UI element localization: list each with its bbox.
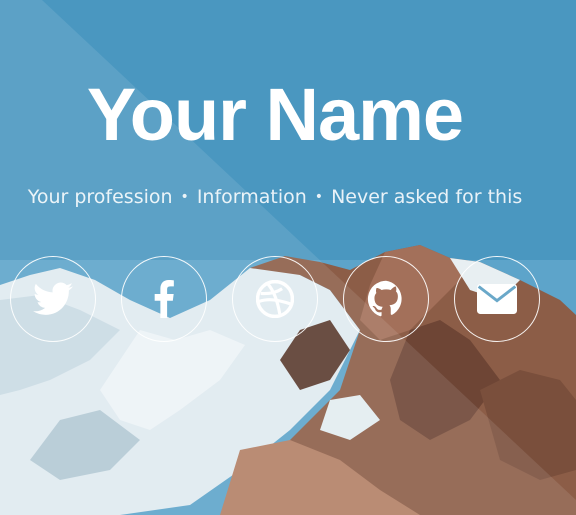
subtitle-item-profession: Your profession (27, 186, 173, 208)
facebook-icon (154, 280, 174, 318)
subtitle-separator: • (180, 189, 189, 205)
subtitle-item-information: Information (196, 186, 307, 208)
twitter-button[interactable] (10, 256, 96, 342)
twitter-icon (33, 282, 73, 315)
facebook-button[interactable] (121, 256, 207, 342)
github-button[interactable] (343, 256, 429, 342)
github-icon (367, 280, 402, 317)
email-icon (477, 284, 517, 314)
subtitle-item-never-asked: Never asked for this (331, 186, 523, 208)
dribbble-icon (256, 280, 294, 318)
hero-section: Your Name Your profession • Information • Ne… (0, 0, 576, 515)
email-button[interactable] (454, 256, 540, 342)
subtitle-separator: • (314, 189, 324, 205)
dribbble-button[interactable] (232, 256, 318, 342)
page-title: Your Name (86, 73, 464, 156)
subtitle: Your profession • Information • Never asked … (0, 186, 550, 208)
social-links (10, 256, 550, 346)
